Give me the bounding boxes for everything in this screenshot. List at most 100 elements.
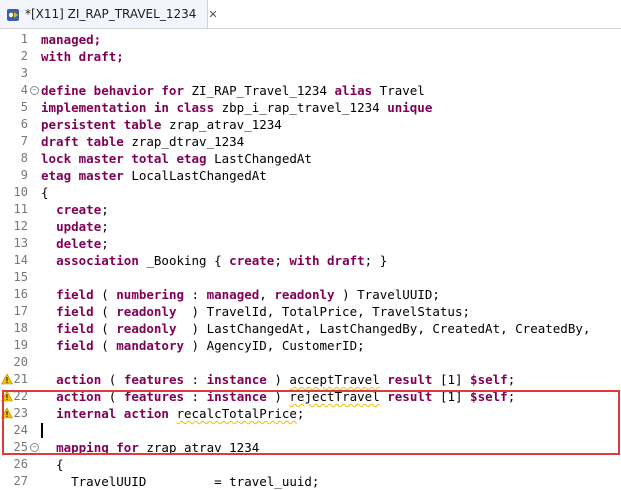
- fold-toggle-icon[interactable]: −: [30, 86, 39, 95]
- code-line[interactable]: 5 implementation in class zbp_i_rap_trave…: [0, 99, 621, 116]
- line-number: 13: [13, 236, 28, 250]
- keyword-token: field: [56, 304, 102, 319]
- code-token: [1]: [439, 389, 471, 404]
- keyword-token: with draft;: [41, 49, 124, 64]
- code-line[interactable]: 14 association _Booking { create; with d…: [0, 252, 621, 269]
- code-token: (: [108, 372, 124, 387]
- line-gutter: 8: [0, 150, 38, 167]
- keyword-token: readonly: [274, 287, 343, 302]
- keyword-token: $self: [470, 372, 508, 387]
- code-text: field ( numbering : managed, readonly ) …: [41, 286, 440, 303]
- code-token: ;: [507, 372, 516, 387]
- keyword-token: field: [56, 338, 102, 353]
- code-line[interactable]: 8 lock master total etag LastChangedAt: [0, 150, 621, 167]
- code-token: ): [274, 372, 290, 387]
- line-number: 25: [13, 440, 28, 454]
- code-line[interactable]: 21 action ( features : instance ) accept…: [0, 371, 621, 388]
- code-text: with draft;: [41, 48, 124, 65]
- line-number: 3: [20, 66, 28, 80]
- code-line[interactable]: 24: [0, 422, 621, 439]
- code-text: internal action recalcTotalPrice;: [41, 405, 304, 422]
- line-number: 18: [13, 321, 28, 335]
- code-line[interactable]: 6 persistent table zrap_atrav_1234: [0, 116, 621, 133]
- line-gutter: 11: [0, 201, 38, 218]
- line-number: 4: [20, 83, 28, 97]
- code-line[interactable]: 3: [0, 65, 621, 82]
- line-gutter: 7: [0, 133, 38, 150]
- warning-icon[interactable]: [1, 407, 13, 419]
- code-line[interactable]: 12 update;: [0, 218, 621, 235]
- code-line[interactable]: 20: [0, 354, 621, 371]
- keyword-token: update: [56, 219, 102, 234]
- keyword-token: $self: [470, 389, 508, 404]
- code-token: ) TravelUUID;: [342, 287, 440, 302]
- line-number: 2: [20, 49, 28, 63]
- code-text: create;: [41, 201, 109, 218]
- code-line[interactable]: 7 draft table zrap_dtrav_1234: [0, 133, 621, 150]
- line-gutter: 5: [0, 99, 38, 116]
- code-token: ZI_RAP_Travel_1234: [191, 83, 335, 98]
- keyword-token: persistent table: [41, 117, 169, 132]
- keyword-token: action: [56, 389, 109, 404]
- code-token: zrap_atrav_1234: [146, 440, 260, 455]
- code-line[interactable]: 26 {: [0, 456, 621, 473]
- code-line[interactable]: 11 create;: [0, 201, 621, 218]
- code-editor[interactable]: 1 managed; 2 with draft; 3 4− define behavior …: [0, 29, 621, 489]
- code-line[interactable]: 19 field ( mandatory ) AgencyID, Custome…: [0, 337, 621, 354]
- keyword-token: field: [56, 287, 102, 302]
- code-line[interactable]: 9 etag master LocalLastChangedAt: [0, 167, 621, 184]
- line-gutter: 21: [0, 371, 38, 388]
- code-line[interactable]: 15: [0, 269, 621, 286]
- keyword-token: managed: [206, 287, 260, 302]
- line-number: 1: [20, 32, 28, 46]
- code-token: ;: [274, 253, 290, 268]
- code-token: ;: [101, 219, 109, 234]
- code-line[interactable]: 17 field ( readonly ) TravelId, TotalPri…: [0, 303, 621, 320]
- code-line[interactable]: 16 field ( numbering : managed, readonly…: [0, 286, 621, 303]
- code-line[interactable]: 25− mapping for zrap_atrav_1234: [0, 439, 621, 456]
- keyword-token: mapping for: [56, 440, 147, 455]
- keyword-token: etag master: [41, 168, 132, 183]
- keyword-token: action: [56, 372, 109, 387]
- line-number: 21: [13, 372, 28, 386]
- editor-tab[interactable]: *[X11] ZI_RAP_TRAVEL_1234 ✕: [0, 0, 218, 28]
- line-gutter: 18: [0, 320, 38, 337]
- code-token: [1]: [439, 372, 471, 387]
- fold-toggle-icon[interactable]: −: [30, 443, 39, 452]
- code-text: etag master LocalLastChangedAt: [41, 167, 267, 184]
- code-text: implementation in class zbp_i_rap_travel…: [41, 99, 432, 116]
- line-gutter: 27: [0, 473, 38, 490]
- line-gutter: 12: [0, 218, 38, 235]
- code-text: TravelUUID = travel_uuid;: [41, 473, 319, 490]
- code-line[interactable]: 22 action ( features : instance ) reject…: [0, 388, 621, 405]
- code-line[interactable]: 18 field ( readonly ) LastChangedAt, Las…: [0, 320, 621, 337]
- code-text: mapping for zrap_atrav_1234: [41, 439, 259, 456]
- line-gutter: 10: [0, 184, 38, 201]
- code-token: (: [101, 287, 117, 302]
- warning-icon[interactable]: [1, 373, 13, 385]
- code-line[interactable]: 2 with draft;: [0, 48, 621, 65]
- text-cursor: [41, 423, 43, 438]
- keyword-token: managed;: [41, 32, 102, 47]
- code-line[interactable]: 10 {: [0, 184, 621, 201]
- code-line[interactable]: 4− define behavior for ZI_RAP_Travel_1234…: [0, 82, 621, 99]
- keyword-token: field: [56, 321, 102, 336]
- code-line[interactable]: 23 internal action recalcTotalPrice;: [0, 405, 621, 422]
- warning-icon[interactable]: [1, 390, 13, 402]
- code-line[interactable]: 13 delete;: [0, 235, 621, 252]
- code-text: action ( features : instance ) rejectTra…: [41, 388, 515, 405]
- code-line[interactable]: 27 TravelUUID = travel_uuid;: [0, 473, 621, 490]
- code-token: TravelUUID = travel_uuid;: [41, 474, 320, 489]
- code-text: action ( features : instance ) acceptTra…: [41, 371, 515, 388]
- line-number: 16: [13, 287, 28, 301]
- keyword-token: lock master total etag: [41, 151, 215, 166]
- code-text: field ( readonly ) TravelId, TotalPrice,…: [41, 303, 470, 320]
- close-icon[interactable]: ✕: [208, 8, 217, 21]
- code-line[interactable]: 1 managed;: [0, 31, 621, 48]
- line-gutter: 9: [0, 167, 38, 184]
- keyword-token: readonly: [116, 304, 192, 319]
